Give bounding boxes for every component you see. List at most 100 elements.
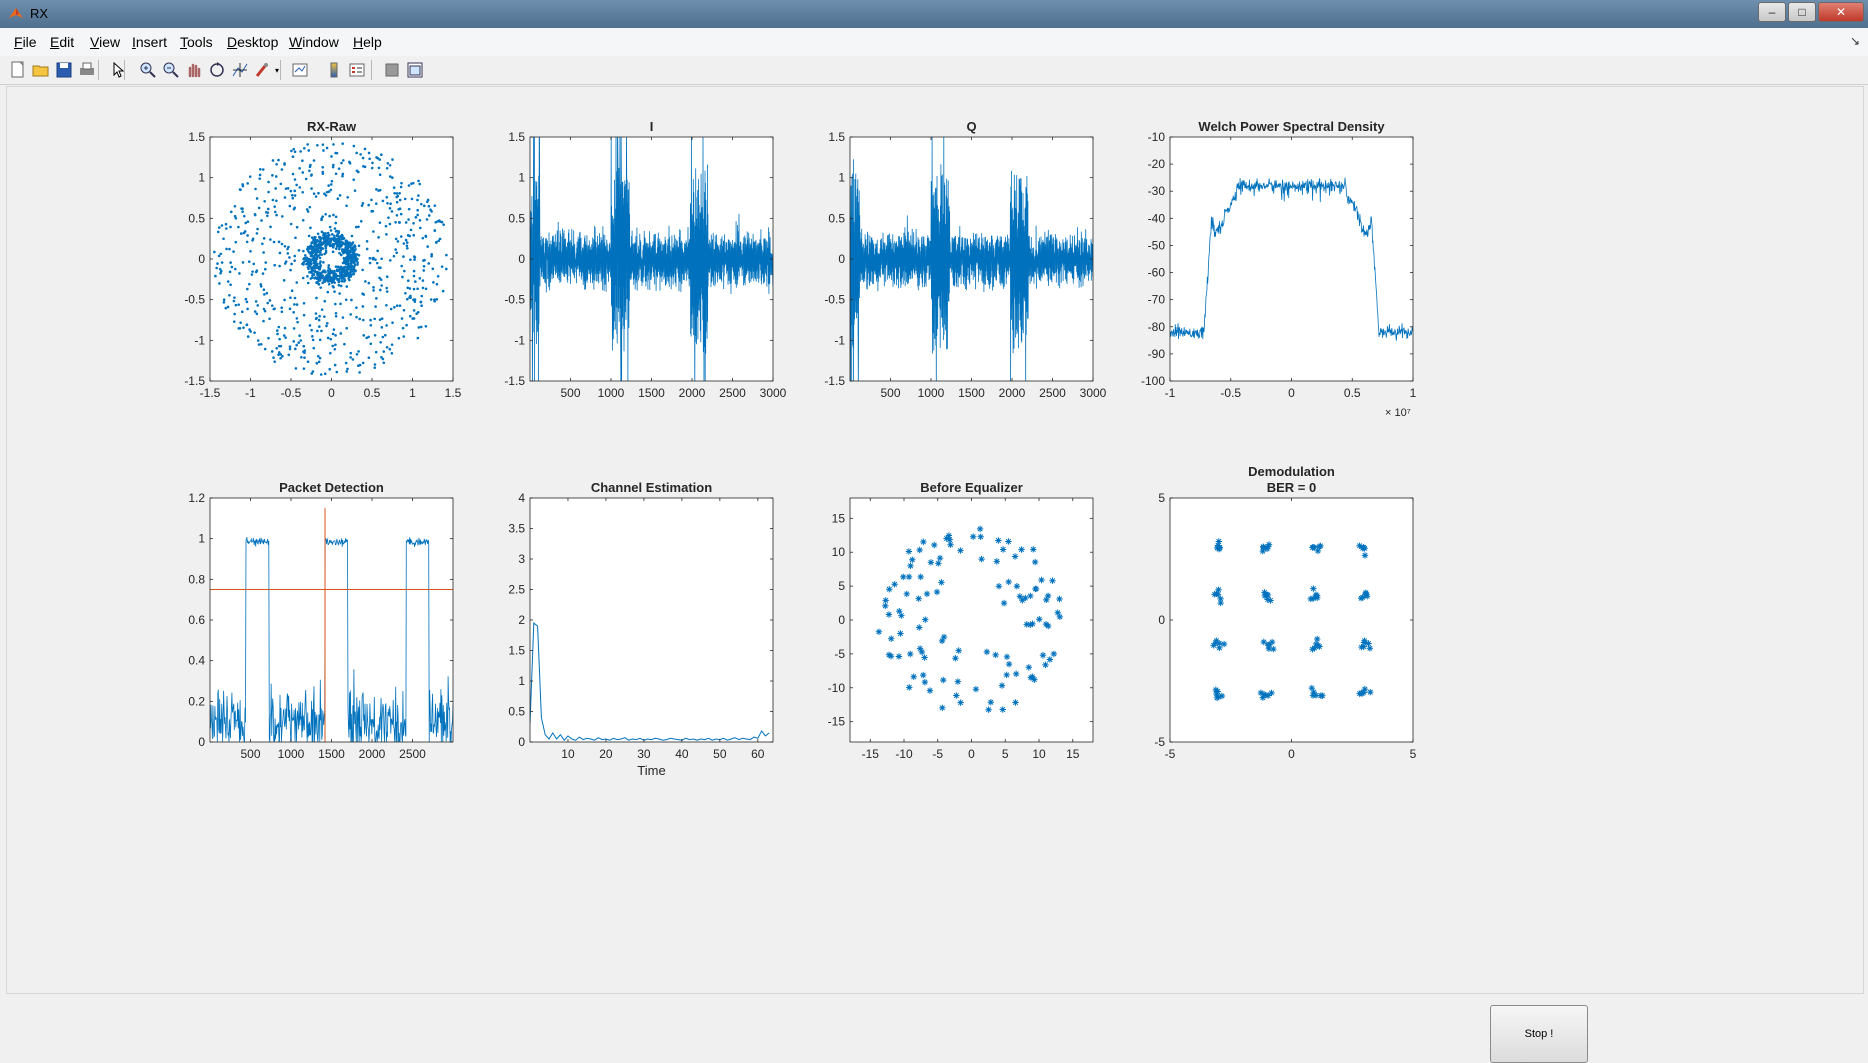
menu-view[interactable]: View	[90, 34, 120, 50]
window-titlebar: RX – □ ✕	[0, 0, 1868, 28]
maximize-button[interactable]: □	[1788, 2, 1816, 22]
data-point	[404, 221, 408, 224]
data-point	[418, 277, 422, 280]
data-point	[300, 355, 303, 359]
data-point	[334, 215, 338, 219]
data-point	[442, 223, 445, 226]
brush-dropdown-icon[interactable]: ▾	[273, 60, 281, 80]
data-point	[312, 346, 316, 350]
data-point	[313, 270, 317, 273]
y-tick-label: 0	[838, 613, 845, 627]
data-point	[218, 267, 222, 271]
y-tick-label: -1.5	[824, 374, 845, 388]
data-point	[945, 532, 953, 539]
data-point	[341, 142, 345, 145]
data-point	[398, 191, 401, 195]
show-plot-tools-icon[interactable]	[405, 60, 425, 80]
data-point	[388, 207, 392, 210]
data-point	[315, 296, 318, 300]
data-point	[406, 234, 410, 237]
rotate-icon[interactable]	[207, 60, 227, 80]
data-point	[289, 222, 293, 226]
data-point	[320, 218, 323, 222]
data-point	[405, 241, 409, 244]
data-point	[993, 558, 1001, 565]
data-point	[387, 216, 390, 219]
menu-collapse-icon[interactable]: ↘	[1850, 34, 1860, 48]
y-tick-label: -1.5	[504, 374, 525, 388]
data-point	[1005, 660, 1013, 668]
minimize-button[interactable]: –	[1758, 2, 1786, 22]
data-point	[307, 267, 310, 271]
data-point	[952, 655, 959, 662]
new-file-icon[interactable]	[8, 60, 28, 80]
data-point	[380, 326, 384, 329]
data-point	[301, 190, 304, 194]
data-point	[350, 247, 353, 251]
data-point	[228, 293, 231, 297]
data-point	[260, 219, 263, 222]
brush-icon[interactable]	[253, 60, 273, 80]
menu-desktop[interactable]: Desktop	[227, 34, 278, 50]
zoom-in-icon[interactable]	[138, 60, 158, 80]
open-folder-icon[interactable]	[31, 60, 51, 80]
data-point	[311, 338, 315, 342]
data-point	[397, 336, 401, 340]
data-point	[380, 257, 383, 261]
data-point	[916, 546, 923, 554]
data-point	[318, 314, 321, 318]
data-point	[324, 212, 327, 216]
data-point	[1018, 546, 1025, 553]
menu-file[interactable]: File	[14, 34, 37, 50]
menu-window[interactable]: Window	[289, 34, 339, 50]
stop-button[interactable]: Stop !	[1490, 1005, 1588, 1063]
menu-help[interactable]: Help	[353, 34, 382, 50]
data-point	[298, 186, 302, 189]
y-tick-label: 1	[518, 674, 525, 688]
menu-insert[interactable]: Insert	[132, 34, 167, 50]
data-point	[412, 274, 416, 278]
pan-icon[interactable]	[184, 60, 204, 80]
colorbar-icon[interactable]	[324, 60, 344, 80]
data-point	[275, 162, 278, 166]
save-icon[interactable]	[54, 60, 74, 80]
data-point	[259, 283, 263, 286]
data-point	[382, 361, 386, 365]
data-point	[947, 541, 954, 548]
menu-edit[interactable]: Edit	[50, 34, 74, 50]
data-point	[392, 186, 396, 189]
data-point	[277, 325, 281, 329]
data-point	[920, 538, 927, 546]
data-point	[400, 181, 403, 185]
data-point	[239, 321, 242, 324]
link-plot-icon[interactable]	[290, 60, 310, 80]
pointer-icon[interactable]	[108, 60, 128, 80]
zoom-out-icon[interactable]	[161, 60, 181, 80]
data-point	[351, 254, 355, 258]
data-point	[228, 247, 231, 251]
data-point	[278, 264, 281, 268]
print-icon[interactable]	[77, 60, 97, 80]
menu-tools[interactable]: Tools	[180, 34, 213, 50]
y-tick-label: 1.5	[508, 644, 525, 658]
data-cursor-icon[interactable]	[230, 60, 250, 80]
data-point	[268, 317, 271, 321]
x-tick-label: -1	[1165, 386, 1176, 400]
figure-canvas: -1.5 -1 -0.5 0 0.5 1 1.5 1.5 1 0.5 0 -0.5 -1 -1.5 RX-R…	[6, 86, 1864, 1063]
data-point	[222, 301, 226, 304]
data-point	[229, 261, 232, 264]
data-point	[435, 282, 439, 286]
data-point	[328, 268, 332, 271]
close-button[interactable]: ✕	[1818, 2, 1864, 22]
plot-title: Before Equalizer	[920, 480, 1023, 495]
data-point	[395, 304, 399, 307]
data-point	[330, 233, 334, 236]
data-point	[216, 230, 220, 234]
data-point	[401, 275, 404, 279]
data-point	[363, 147, 367, 151]
hide-plot-tools-icon[interactable]	[382, 60, 402, 80]
data-point	[370, 198, 373, 202]
legend-icon[interactable]	[347, 60, 367, 80]
data-point	[237, 225, 240, 229]
data-point	[985, 706, 992, 713]
